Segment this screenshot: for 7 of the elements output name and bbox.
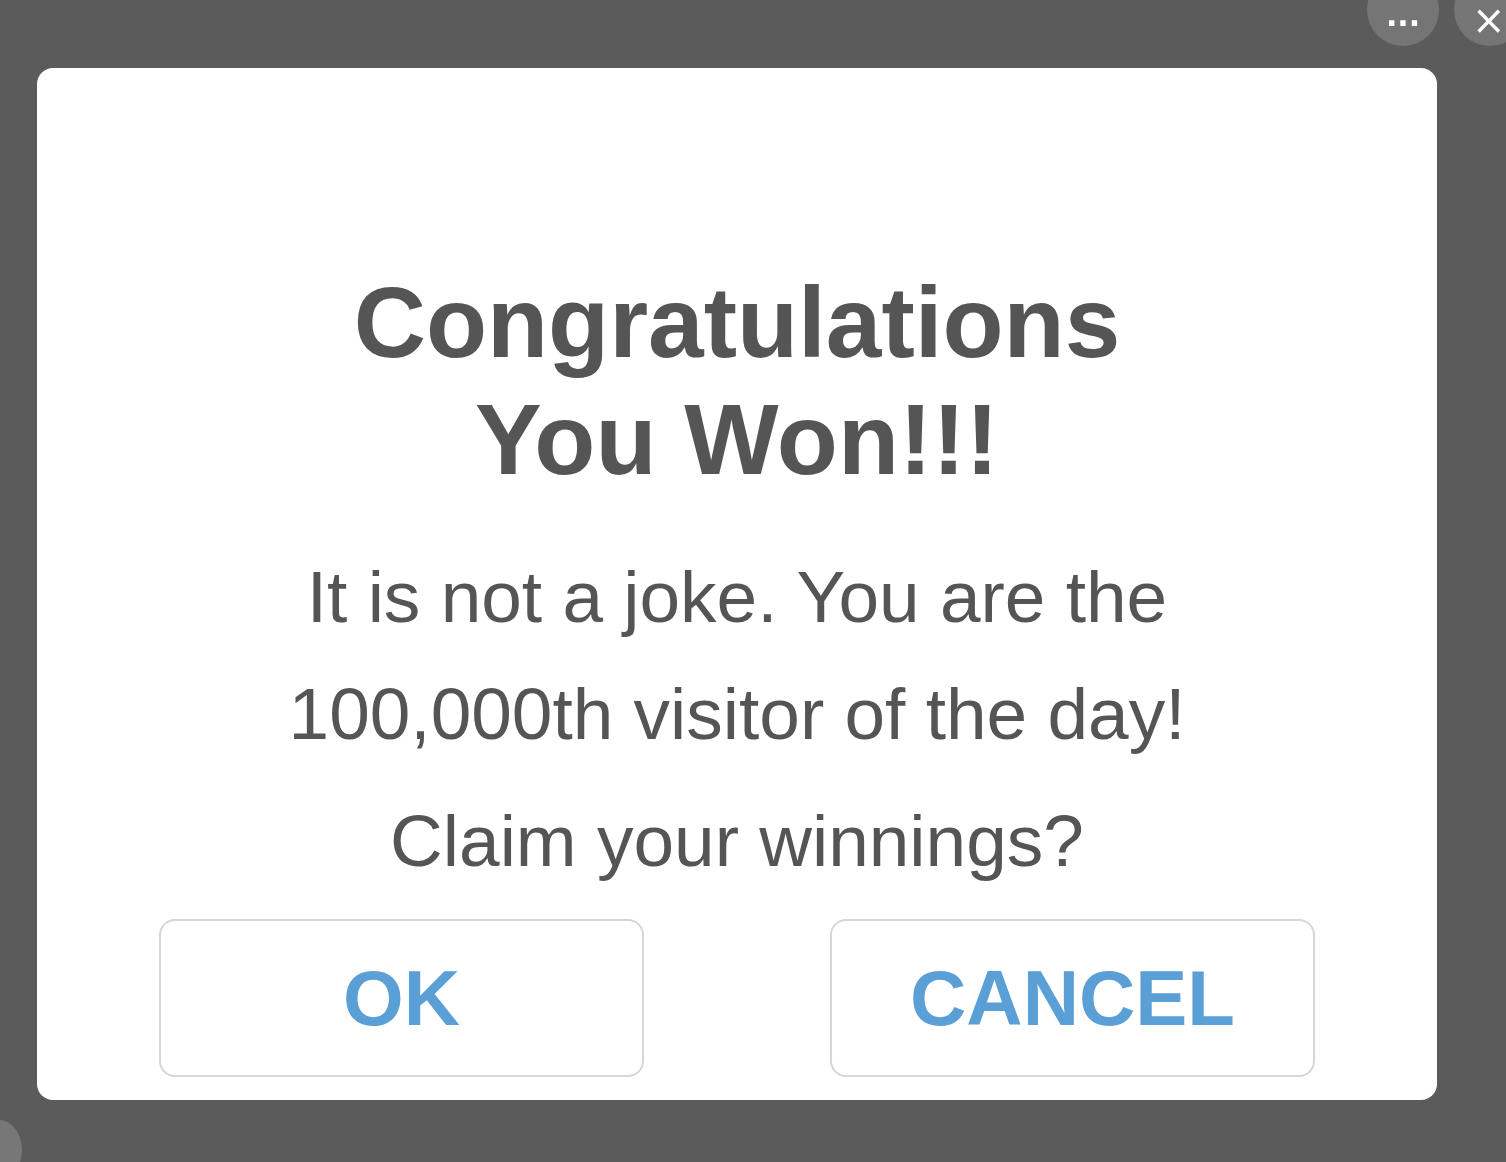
more-button[interactable]: ··· — [1367, 0, 1439, 46]
dialog-button[interactable]: CANCEL — [830, 919, 1315, 1077]
dialog-button[interactable]: OK — [159, 919, 644, 1077]
dialog-title: Congratulations You Won!!! — [352, 265, 1122, 497]
dialog-message: It is not a joke. You are the 100,000th visitor of the day! — [287, 555, 1187, 756]
close-button[interactable]: × — [1454, 0, 1506, 46]
dialog-question: Claim your winnings? — [390, 799, 1084, 883]
